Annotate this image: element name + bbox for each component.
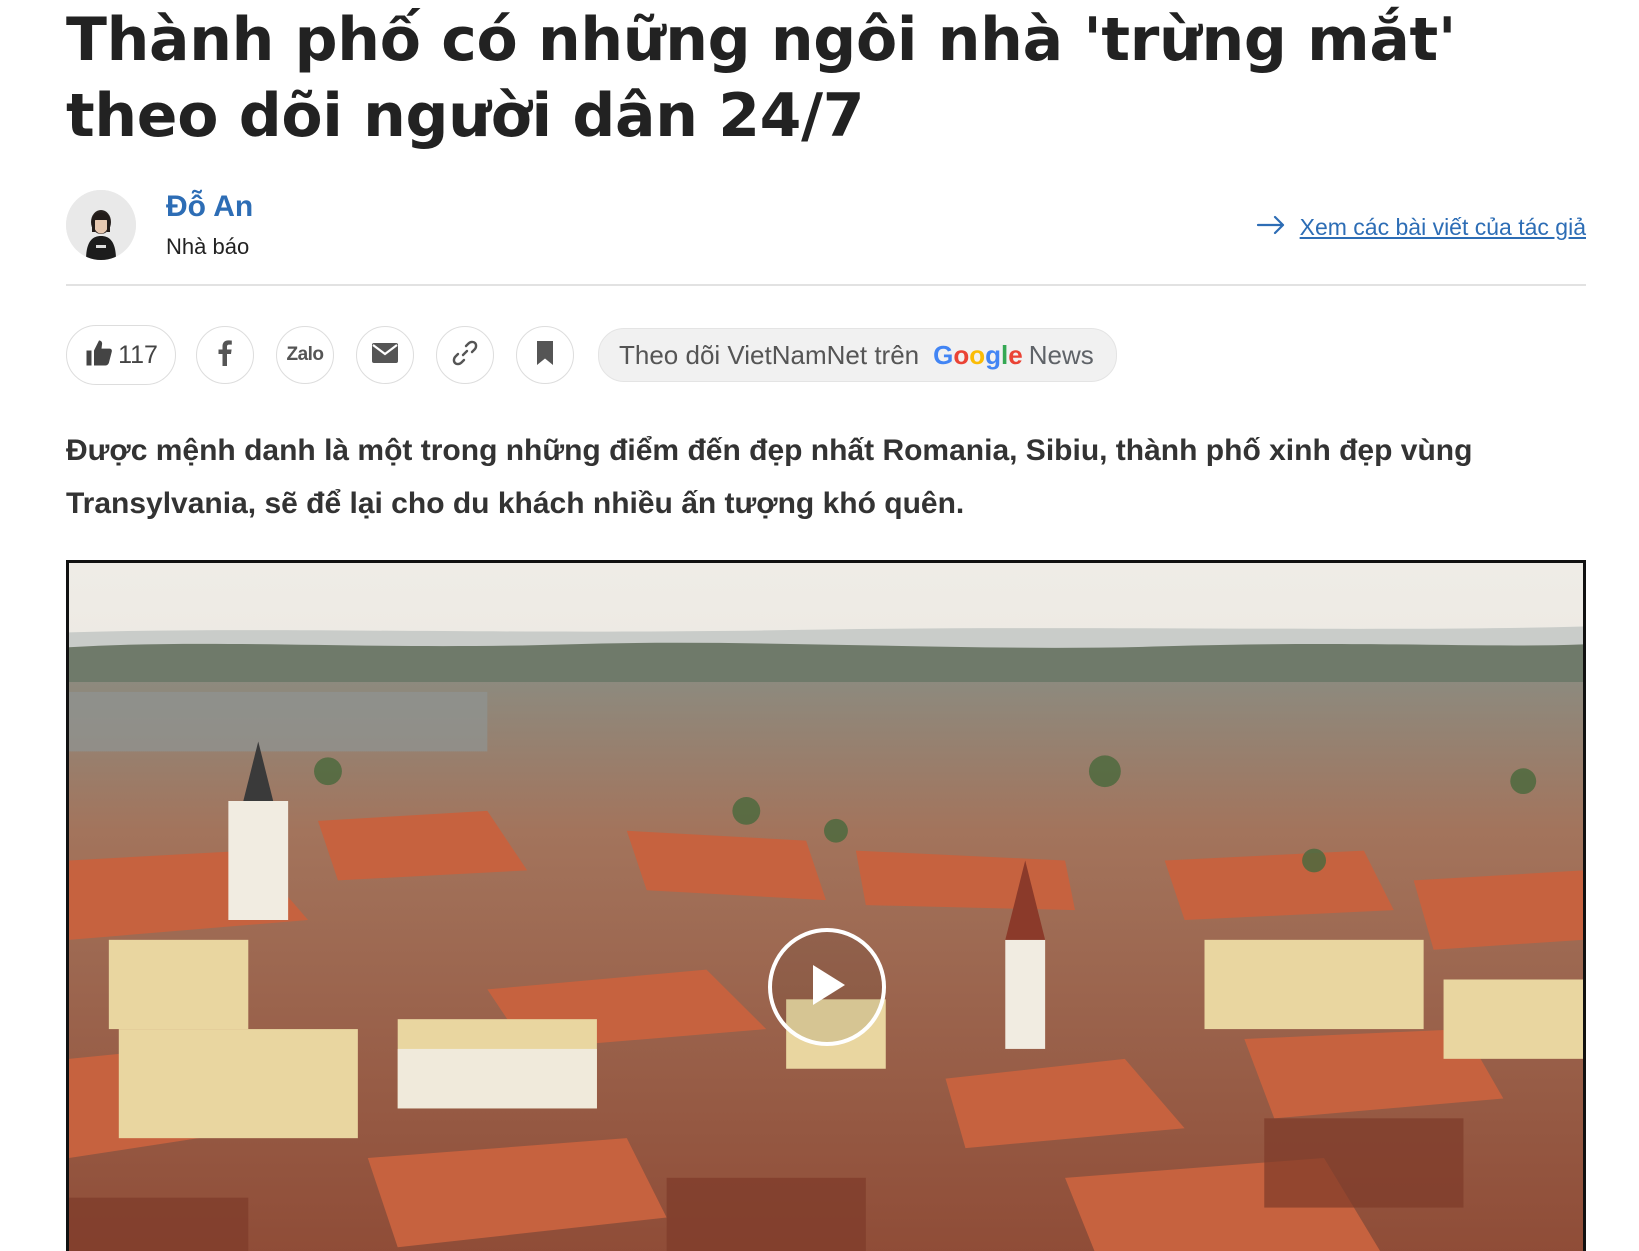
author-name[interactable]: Đỗ An xyxy=(166,190,253,224)
arrow-right-icon xyxy=(1256,214,1286,241)
author-articles-label: Xem các bài viết của tác giả xyxy=(1299,214,1586,240)
follow-google-news-button[interactable]: Theo dõi VietNamNet trên Google News xyxy=(598,328,1117,382)
like-count: 117 xyxy=(118,340,158,369)
play-icon xyxy=(805,961,849,1014)
author-avatar[interactable] xyxy=(66,190,136,260)
play-button[interactable] xyxy=(768,928,886,1046)
copy-link-button[interactable] xyxy=(436,326,494,384)
zalo-label: Zalo xyxy=(286,344,324,365)
mail-icon xyxy=(371,342,399,369)
avatar-image xyxy=(66,190,136,260)
news-word: News xyxy=(1028,339,1094,370)
follow-text: Theo dõi VietNamNet trên xyxy=(619,339,920,370)
article-title: Thành phố có những ngôi nhà 'trừng mắt' … xyxy=(66,5,1457,151)
facebook-icon xyxy=(213,339,237,371)
like-button[interactable]: 117 xyxy=(66,325,176,385)
share-toolbar: 117 Zalo Theo dõi VietNamNet trên Google… xyxy=(66,324,1117,386)
facebook-share-button[interactable] xyxy=(196,326,254,384)
link-icon xyxy=(451,339,479,372)
author-articles-link[interactable]: Xem các bài viết của tác giả xyxy=(1256,214,1586,241)
google-news-logo: Google News xyxy=(933,340,1094,371)
zalo-share-button[interactable]: Zalo xyxy=(276,326,334,384)
article-lead: Được mệnh danh là một trong những điểm đ… xyxy=(66,434,1473,520)
email-share-button[interactable] xyxy=(356,326,414,384)
author-row: Đỗ An Nhà báo Xem các bài viết của tác g… xyxy=(66,190,1586,286)
bookmark-button[interactable] xyxy=(516,326,574,384)
google-wordmark: Google xyxy=(933,339,1023,370)
video-thumbnail xyxy=(69,563,1583,1251)
bookmark-icon xyxy=(535,340,555,371)
article: Thành phố có những ngôi nhà 'trừng mắt' … xyxy=(66,0,1586,1251)
video-player[interactable] xyxy=(66,560,1586,1251)
thumbs-up-icon xyxy=(84,338,114,373)
author-role: Nhà báo xyxy=(166,234,250,259)
